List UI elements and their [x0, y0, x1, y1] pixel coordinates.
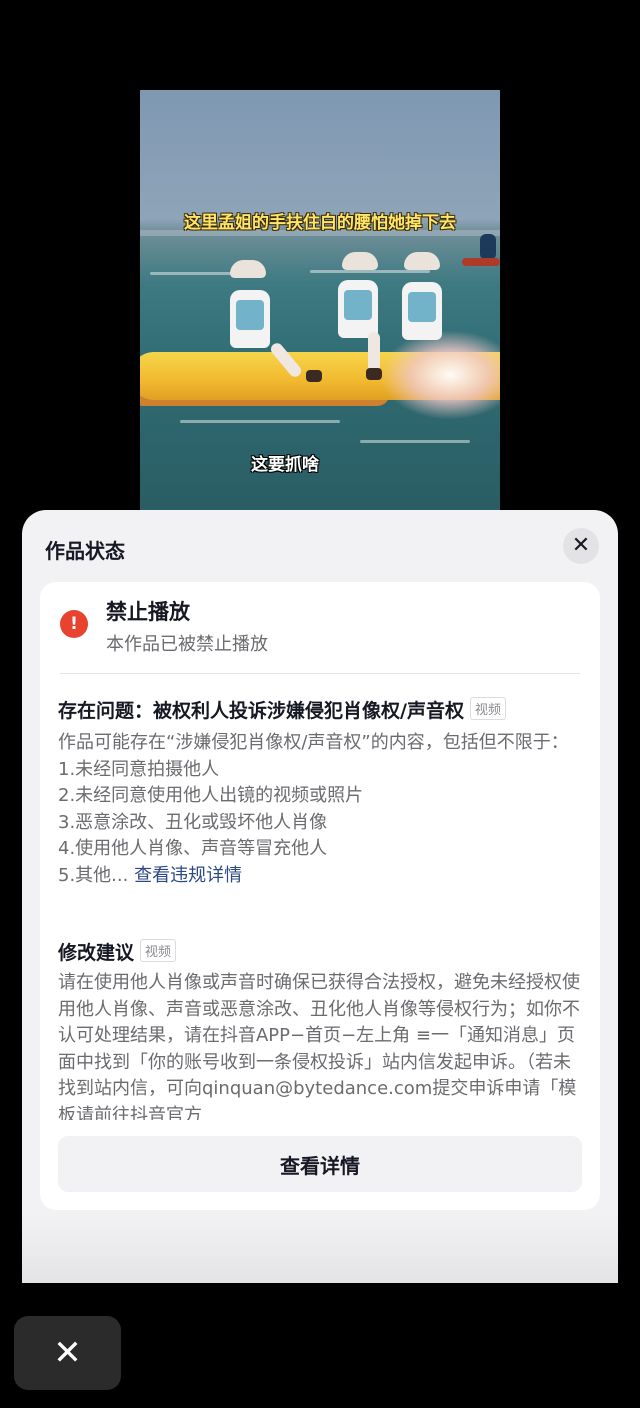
status-subtitle: 本作品已被禁止播放: [106, 634, 268, 655]
sheet-title: 作品状态: [45, 539, 125, 563]
issue-item: 3.恶意涂改、丑化或毁坏他人肖像: [58, 811, 328, 833]
divider: [60, 673, 580, 674]
close-icon: ✕: [53, 1333, 82, 1373]
suggestion-tag: 视频: [140, 939, 177, 962]
suggestion-title-text: 修改建议: [58, 942, 135, 964]
issue-tag: 视频: [469, 697, 506, 720]
alert-circle-icon: !: [60, 610, 88, 638]
jetski-rider: [480, 234, 496, 260]
issue-item: 5.其他...: [58, 864, 129, 886]
wave: [360, 440, 470, 443]
work-status-sheet: 作品状态 ✕ ! 禁止播放 本作品已被禁止播放 存在问题：被权利人投诉涉嫌侵犯肖…: [22, 510, 618, 1283]
suggestion-title: 修改建议 视频: [58, 938, 177, 965]
jetski: [462, 258, 500, 266]
issue-title: 存在问题：被权利人投诉涉嫌侵犯肖像权/声音权 视频: [58, 696, 506, 723]
issue-item-last: 5.其他... 查看违规详情: [58, 863, 582, 890]
status-card: ! 禁止播放 本作品已被禁止播放 存在问题：被权利人投诉涉嫌侵犯肖像权/声音权视…: [40, 582, 600, 1210]
video-preview[interactable]: 这里孟姐的手扶住白的腰怕她掉下去 这要抓啥: [140, 90, 500, 520]
issue-item: 1.未经同意拍摄他人: [58, 758, 220, 780]
video-subtitle-top: 这里孟姐的手扶住白的腰怕她掉下去: [184, 213, 456, 233]
wave: [310, 270, 430, 273]
view-details-button[interactable]: 查看详情: [58, 1136, 582, 1192]
issue-item: 4.使用他人肖像、声音等冒充他人: [58, 838, 328, 859]
issue-description: 作品可能存在“涉嫌侵犯肖像权/声音权”的内容，包括但不限于： 1.未经同意拍摄他…: [58, 730, 582, 889]
issue-title-text: 存在问题：被权利人投诉涉嫌侵犯肖像权/声音权: [58, 700, 464, 722]
wave: [150, 272, 240, 275]
suggestion-body: 请在使用他人肖像或声音时确保已获得合法授权，避免未经授权使用他人肖像、声音或恶意…: [58, 972, 580, 1120]
view-violation-details-link[interactable]: 查看违规详情: [134, 865, 242, 886]
status-title: 禁止播放: [106, 600, 190, 624]
close-button[interactable]: ✕: [563, 528, 599, 564]
water-splash: [380, 330, 500, 420]
dismiss-button[interactable]: ✕: [14, 1316, 121, 1390]
wave: [180, 420, 340, 423]
video-subtitle-bottom: 这要抓啥: [251, 455, 319, 475]
close-icon: ✕: [571, 533, 591, 558]
issue-item: 2.未经同意使用他人出镜的视频或照片: [58, 785, 364, 806]
issue-intro: 作品可能存在“涉嫌侵犯肖像权/声音权”的内容，包括但不限于：: [58, 732, 569, 753]
